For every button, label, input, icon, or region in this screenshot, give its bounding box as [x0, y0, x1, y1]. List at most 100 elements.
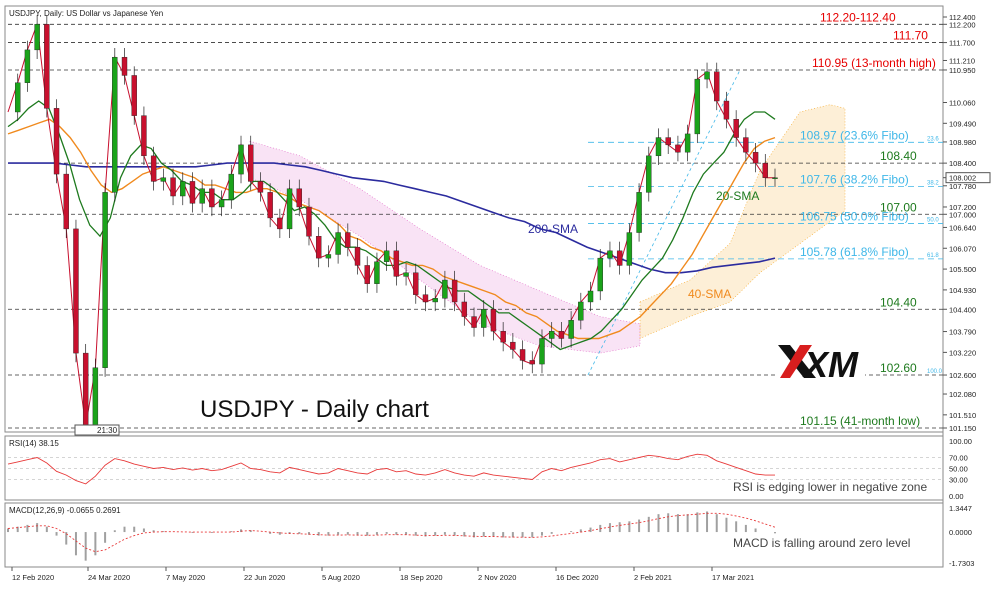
candle-body [413, 272, 419, 295]
candle-body [44, 24, 50, 109]
candle-body [248, 144, 254, 182]
price-axis-label: 106.070 [949, 244, 976, 253]
candle-body [34, 24, 40, 51]
candle-body [63, 173, 69, 230]
candle-body [762, 162, 768, 178]
candle-body [743, 137, 749, 153]
candle-body [112, 56, 118, 193]
candle-body [578, 301, 584, 321]
price-axis-label: 103.790 [949, 328, 976, 337]
candle-body [587, 290, 594, 303]
candle-body [238, 144, 244, 175]
xm-logo-text: XM [802, 344, 859, 385]
candle-body [616, 250, 623, 266]
candle-body [218, 199, 225, 208]
candle-body [296, 188, 302, 208]
time-axis-label: 22 Jun 2020 [244, 573, 285, 582]
time-axis-label: 2 Feb 2021 [634, 573, 672, 582]
candle-body [364, 265, 370, 284]
rsi-axis-label: 0.00 [949, 492, 964, 501]
candle-body [306, 206, 312, 237]
price-axis-label: 106.640 [949, 223, 976, 232]
candle-body [714, 71, 720, 102]
price-axis-label: 111.700 [949, 39, 975, 48]
candle-body [723, 100, 730, 120]
rsi-axis-label: 70.00 [949, 454, 968, 463]
sma-annotation: 200-SMA [528, 222, 578, 236]
sma-annotation: 20-SMA [716, 189, 759, 203]
level-label: 112.20-112.40 [820, 10, 896, 24]
candle-body [607, 250, 613, 259]
candle-body [655, 137, 662, 157]
price-axis-label: 101.150 [949, 424, 976, 433]
candle-body [403, 272, 409, 277]
macd-axis-label: 1.3447 [949, 504, 972, 513]
level-label: 102.60 [880, 361, 917, 375]
level-label: 104.40 [880, 295, 917, 309]
candle-body [267, 192, 273, 219]
time-axis-label: 18 Sep 2020 [400, 573, 443, 582]
macd-axis-label: -1.7303 [949, 559, 974, 568]
candle-body [170, 177, 176, 197]
fibo-marker: 50.0 [927, 217, 939, 223]
candle-body [325, 254, 332, 259]
level-label: 108.40 [880, 149, 917, 163]
candle-body [315, 235, 322, 259]
candle-body [257, 181, 264, 193]
candle-body [121, 56, 128, 76]
time-axis-label: 16 Dec 2020 [556, 573, 599, 582]
candle-body [432, 298, 438, 303]
candle-body [665, 137, 671, 146]
candle-body [102, 192, 108, 368]
candle-body [24, 49, 31, 83]
macd-note: MACD is falling around zero level [733, 536, 910, 550]
candle-body [636, 192, 642, 233]
candle-body [228, 173, 235, 200]
level-label: 106.75 (50.0% Fibo) [800, 209, 909, 223]
price-axis-label: 105.500 [949, 265, 976, 274]
macd-axis-label: 0.0000 [949, 528, 972, 537]
price-axis: 112.400112.200111.700111.210110.950110.0… [943, 13, 991, 433]
price-axis-label: 110.060 [949, 98, 976, 107]
chart-root: 112.20-112.40 111.70 110.95 (13-month high… [0, 0, 1000, 598]
chart-title: USDJPY - Daily chart [200, 396, 429, 423]
fibo-marker: 38.2 [927, 181, 939, 187]
candle-body [141, 115, 147, 157]
candle-body [180, 181, 186, 197]
candle-body [772, 177, 778, 179]
rsi-axis-label: 50.00 [949, 465, 968, 474]
candle-body [704, 71, 710, 80]
candle-body [286, 188, 293, 230]
level-label: 111.70 [893, 29, 928, 43]
time-axis-label: 2 Nov 2020 [478, 573, 516, 582]
candle-body [733, 119, 739, 138]
price-axis-label: 107.000 [949, 210, 976, 219]
time-marker-label: 21:30 [97, 426, 118, 435]
level-label: 101.15 (41-month low) [800, 414, 920, 428]
price-axis-label: 112.200 [949, 20, 976, 29]
price-axis-label: 108.400 [949, 159, 976, 168]
rsi-axis-label: 100.00 [949, 437, 972, 446]
candle-body [597, 257, 603, 292]
candle-body [451, 279, 458, 303]
time-axis: 12 Feb 2020 24 Mar 2020 7 May 2020 22 Jun 2… [11, 567, 754, 582]
candle-body [15, 82, 21, 113]
candle-body [277, 217, 283, 230]
time-axis-label: 12 Feb 2020 [12, 573, 54, 582]
usdjpy-chart: 112.20-112.40 111.70 110.95 (13-month high… [4, 5, 991, 582]
rsi-note: RSI is edging lower in negative zone [733, 480, 927, 494]
candle-body [393, 250, 400, 277]
price-axis-label: 108.980 [949, 138, 976, 147]
candle-body [335, 232, 341, 255]
xm-logo: XM [775, 340, 865, 385]
candle-body [461, 301, 468, 317]
price-axis-label: 104.400 [949, 305, 976, 314]
price-axis-label: 102.600 [949, 371, 976, 380]
candle-body [471, 316, 477, 328]
candle-body [694, 78, 701, 135]
candle-body [752, 151, 759, 164]
candle-body [558, 330, 565, 339]
candle-body [160, 177, 167, 182]
candle-body [626, 232, 633, 266]
candle-body [442, 279, 448, 299]
